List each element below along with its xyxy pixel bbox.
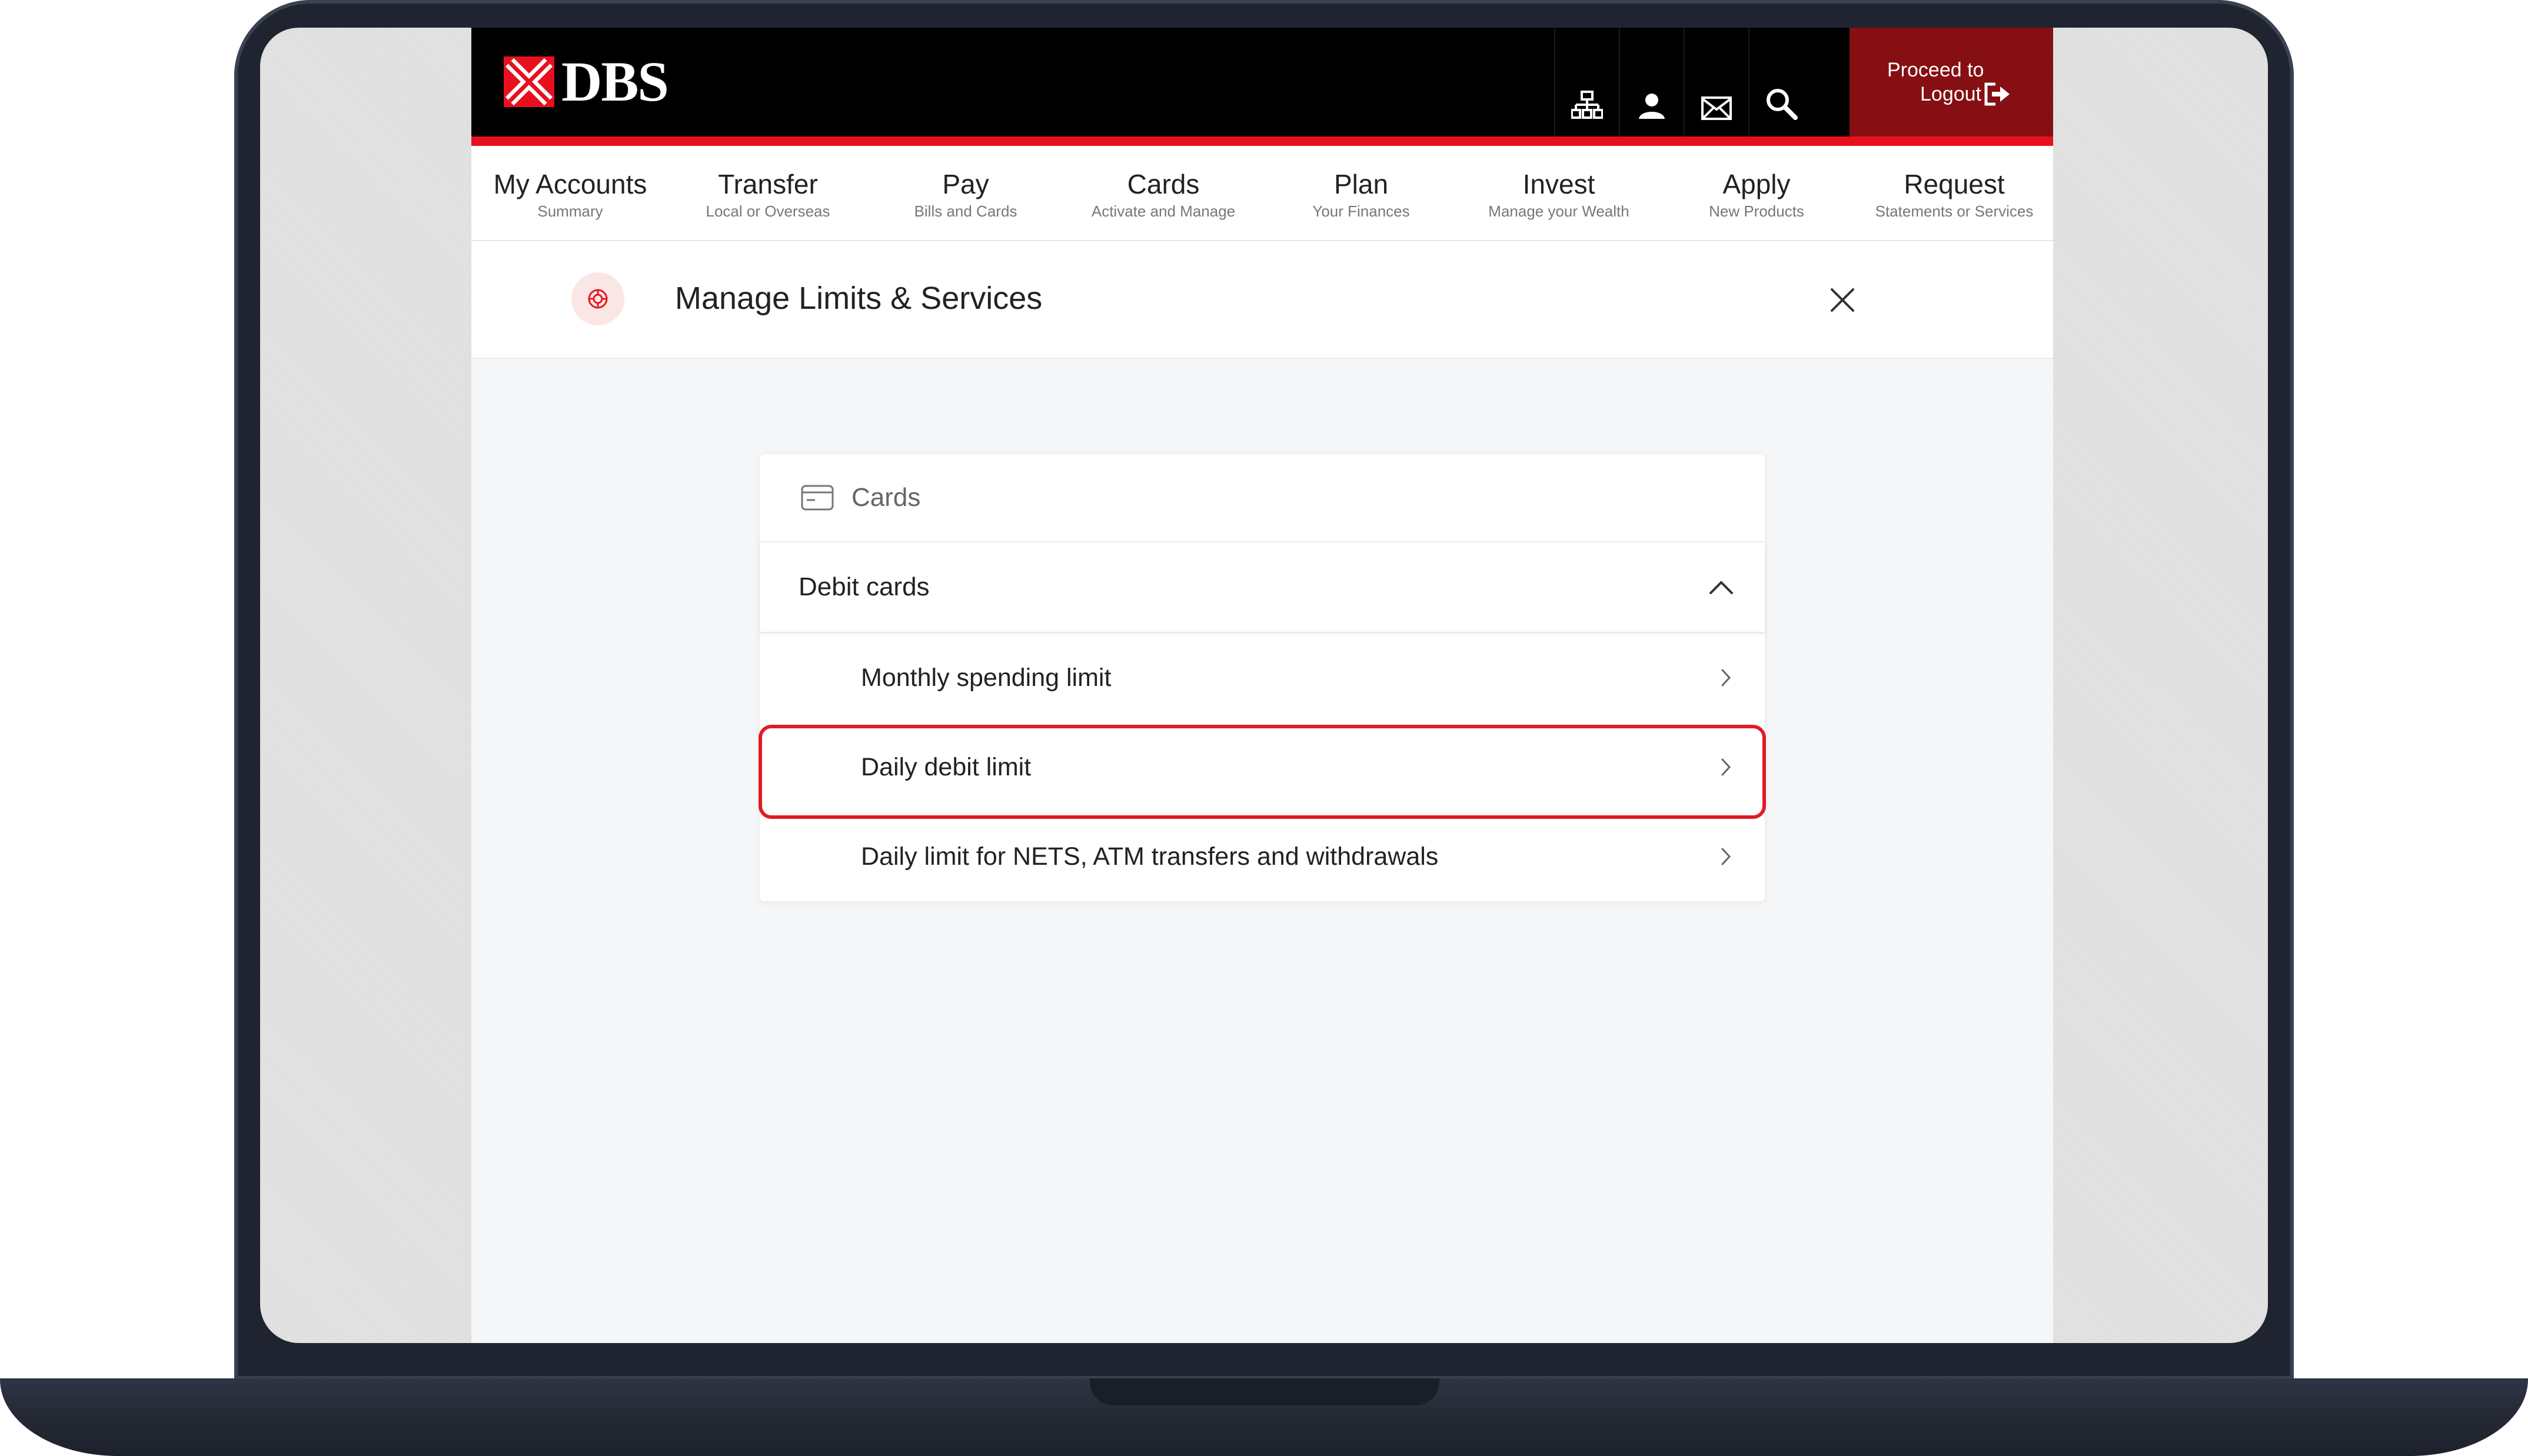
chevron-right-icon <box>1721 758 1731 776</box>
nav-sublabel: Summary <box>537 202 603 220</box>
chevron-right-icon <box>1721 848 1731 865</box>
top-bar: DBS Proceed to Logout <box>471 28 2053 136</box>
nav-invest[interactable]: Invest Manage your Wealth <box>1460 146 1658 241</box>
card-icon <box>801 485 834 511</box>
nav-cards[interactable]: Cards Activate and Manage <box>1065 146 1262 241</box>
nav-label: Apply <box>1722 169 1791 199</box>
mail-icon <box>1701 96 1732 120</box>
nav-pay[interactable]: Pay Bills and Cards <box>867 146 1065 241</box>
debit-cards-accordion[interactable]: Debit cards <box>760 542 1765 633</box>
nav-label: Pay <box>942 169 989 199</box>
search-icon <box>1767 89 1798 120</box>
logout-button[interactable]: Proceed to Logout <box>1850 28 2053 136</box>
nav-sublabel: Statements or Services <box>1875 202 2034 220</box>
list-item-label: Daily limit for NETS, ATM transfers and … <box>861 842 1439 871</box>
dbs-logo[interactable]: DBS <box>504 50 669 113</box>
panel-heading: Cards <box>760 454 1765 542</box>
browser-page: DBS Proceed to Logout My Accounts Summar… <box>471 28 2053 1343</box>
logo-wordmark: DBS <box>561 50 669 113</box>
section-header: Manage Limits & Services <box>471 241 2053 359</box>
accordion-label: Debit cards <box>799 572 930 601</box>
dbs-star-icon <box>504 56 554 107</box>
close-button[interactable] <box>1819 276 1866 324</box>
nav-sublabel: Bills and Cards <box>914 202 1017 220</box>
nav-label: Cards <box>1127 169 1200 199</box>
laptop-screen: DBS Proceed to Logout My Accounts Summar… <box>260 28 2268 1343</box>
profile-button[interactable] <box>1619 28 1684 136</box>
list-item-label: Monthly spending limit <box>861 663 1112 692</box>
main-nav: My Accounts Summary Transfer Local or Ov… <box>471 146 2053 241</box>
panel-heading-label: Cards <box>851 483 921 512</box>
nav-apply[interactable]: Apply New Products <box>1658 146 1855 241</box>
nav-label: Invest <box>1522 169 1595 199</box>
profile-icon <box>1639 94 1665 119</box>
nav-label: Plan <box>1333 169 1389 199</box>
nav-plan[interactable]: Plan Your Finances <box>1262 146 1460 241</box>
nav-sublabel: New Products <box>1709 202 1804 220</box>
top-icon-group <box>1554 28 1813 136</box>
logout-line2: Logout <box>1920 82 1981 105</box>
monthly-spending-limit-item[interactable]: Monthly spending limit <box>760 633 1765 722</box>
laptop-notch <box>1090 1378 1439 1405</box>
logout-line1: Proceed to <box>1887 58 1984 81</box>
nav-label: Transfer <box>718 169 818 199</box>
daily-debit-limit-item[interactable]: Daily debit limit <box>759 722 1766 819</box>
sitemap-icon <box>1571 91 1603 119</box>
logout-icon <box>1984 82 2010 105</box>
search-button[interactable] <box>1748 28 1813 136</box>
list-item-label: Daily debit limit <box>861 752 1032 781</box>
nav-request[interactable]: Request Statements or Services <box>1855 146 2053 241</box>
top-bar-accent <box>471 136 2053 146</box>
mail-button[interactable] <box>1684 28 1748 136</box>
page-title: Manage Limits & Services <box>675 281 1043 316</box>
chevron-up-icon <box>1709 581 1733 594</box>
nav-label: My Accounts <box>493 169 647 199</box>
nav-sublabel: Local or Overseas <box>706 202 830 220</box>
nav-label: Request <box>1904 169 2005 199</box>
chevron-right-icon <box>1721 669 1731 687</box>
nav-sublabel: Your Finances <box>1312 202 1410 220</box>
sitemap-button[interactable] <box>1554 28 1619 136</box>
nav-sublabel: Manage your Wealth <box>1488 202 1629 220</box>
nets-atm-daily-limit-item[interactable]: Daily limit for NETS, ATM transfers and … <box>760 812 1765 901</box>
nav-sublabel: Activate and Manage <box>1091 202 1236 220</box>
limits-dial-icon <box>571 272 624 325</box>
limits-panel: Cards Debit cards Monthly spending limit… <box>759 454 1766 901</box>
close-icon <box>1831 288 1854 312</box>
nav-transfer[interactable]: Transfer Local or Overseas <box>669 146 867 241</box>
nav-my-accounts[interactable]: My Accounts Summary <box>471 146 669 241</box>
